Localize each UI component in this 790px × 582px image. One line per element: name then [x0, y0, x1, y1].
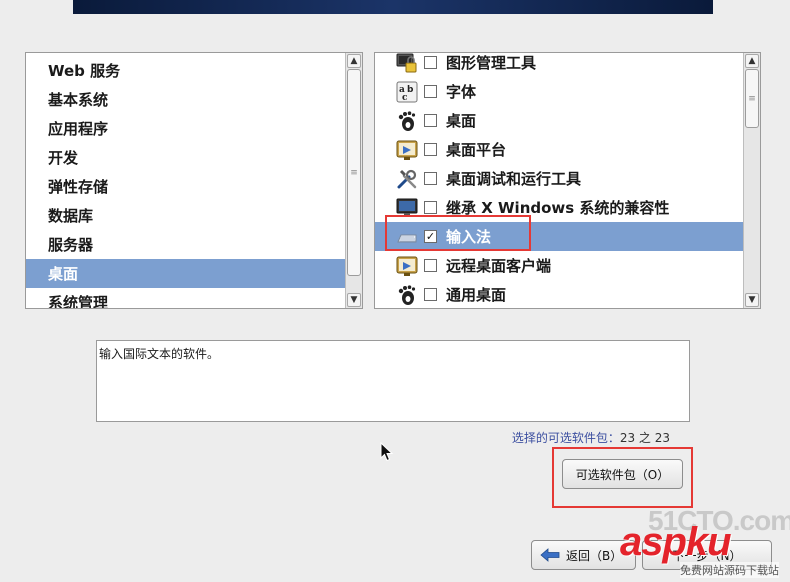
package-item[interactable]: 桌面调试和运行工具 — [375, 164, 744, 193]
scroll-thumb[interactable]: ≡ — [745, 69, 759, 128]
package-label: 通用桌面 — [446, 286, 507, 304]
package-label: 输入法 — [446, 228, 492, 246]
package-label: 桌面 — [446, 112, 477, 130]
tools-icon — [395, 168, 419, 190]
header-banner — [73, 0, 713, 14]
desktop-platform-icon — [395, 255, 419, 277]
category-scrollbar[interactable]: ▲ ≡ ▼ — [345, 53, 362, 308]
mouse-cursor-icon — [380, 442, 394, 462]
package-label: 桌面平台 — [446, 141, 507, 159]
monitor-icon — [395, 197, 419, 219]
category-label: Web 服务 — [48, 62, 121, 80]
category-item[interactable]: 开发 — [26, 143, 346, 172]
back-label: 返回（B） — [566, 548, 623, 563]
svg-text:c: c — [402, 93, 408, 103]
package-checkbox[interactable] — [424, 85, 437, 98]
category-label: 应用程序 — [48, 120, 109, 138]
category-item[interactable]: 基本系统 — [26, 85, 346, 114]
package-item[interactable]: 远程桌面客户端 — [375, 251, 744, 280]
category-list[interactable]: Web 服务 基本系统应用程序开发弹性存储数据库服务器桌面系统管理 ▲ ≡ ▼ — [25, 52, 363, 309]
category-item[interactable]: 数据库 — [26, 201, 346, 230]
description-text: 输入国际文本的软件。 — [99, 347, 220, 361]
package-label: 字体 — [446, 83, 477, 101]
category-item[interactable]: Web 服务 — [26, 56, 346, 85]
package-item[interactable]: a b c 字体 — [375, 77, 744, 106]
package-checkbox[interactable] — [424, 201, 437, 214]
category-label: 服务器 — [48, 236, 94, 254]
package-checkbox[interactable] — [424, 172, 437, 185]
package-checkbox[interactable] — [424, 114, 437, 127]
selected-count: 选择的可选软件包：23 之 23 — [440, 429, 670, 446]
package-list[interactable]: 图形管理工具 a b c 字体桌面桌面平台桌面调试和运行工具继承 X Windows 系… — [374, 52, 761, 309]
scroll-down-button[interactable]: ▼ — [745, 293, 759, 307]
category-label: 数据库 — [48, 207, 94, 225]
category-label: 系统管理 — [48, 294, 109, 309]
package-description: 输入国际文本的软件。 — [96, 340, 690, 422]
font-icon: abc — [395, 81, 419, 103]
package-item[interactable]: 桌面平台 — [375, 135, 744, 164]
gnome-foot-icon — [395, 110, 419, 132]
keyboard-icon — [395, 226, 419, 248]
package-checkbox[interactable] — [424, 143, 437, 156]
package-label: 继承 X Windows 系统的兼容性 — [446, 199, 670, 217]
category-label: 弹性存储 — [48, 178, 109, 196]
category-item[interactable]: 应用程序 — [26, 114, 346, 143]
category-label: 桌面 — [48, 265, 79, 283]
category-item[interactable]: 桌面 — [26, 259, 346, 288]
package-checkbox[interactable] — [424, 259, 437, 272]
category-label: 基本系统 — [48, 91, 109, 109]
gnome-foot-icon — [395, 284, 419, 306]
category-item[interactable]: 弹性存储 — [26, 172, 346, 201]
package-item[interactable]: 继承 X Windows 系统的兼容性 — [375, 193, 744, 222]
optional-packages-label: 可选软件包（O） — [575, 467, 670, 482]
package-item[interactable]: ✓ 输入法 — [375, 222, 744, 251]
category-item[interactable]: 服务器 — [26, 230, 346, 259]
scroll-thumb[interactable]: ≡ — [347, 69, 361, 276]
desktop-platform-icon — [395, 139, 419, 161]
package-checkbox[interactable] — [424, 56, 437, 69]
scroll-down-button[interactable]: ▼ — [347, 293, 361, 307]
count-value: 23 之 23 — [619, 431, 670, 445]
watermark-aspku: aspku — [620, 520, 732, 564]
watermark-tagline: 免费网站源码下载站 — [680, 562, 779, 578]
package-item[interactable]: 通用桌面 — [375, 280, 744, 308]
package-rows: 图形管理工具 a b c 字体桌面桌面平台桌面调试和运行工具继承 X Windows 系… — [375, 53, 744, 308]
category-rows: Web 服务 基本系统应用程序开发弹性存储数据库服务器桌面系统管理 — [26, 56, 346, 309]
package-checkbox[interactable]: ✓ — [424, 230, 437, 243]
lock-monitor-icon — [395, 53, 419, 74]
back-arrow-icon — [540, 548, 560, 562]
count-label: 选择的可选软件包： — [511, 431, 620, 445]
package-label: 远程桌面客户端 — [446, 257, 552, 275]
package-label: 图形管理工具 — [446, 54, 537, 72]
optional-packages-button[interactable]: 可选软件包（O） — [562, 459, 683, 489]
category-label: 开发 — [48, 149, 79, 167]
package-scrollbar[interactable]: ▲ ≡ ▼ — [743, 53, 760, 308]
scroll-up-button[interactable]: ▲ — [745, 54, 759, 68]
package-item[interactable]: 桌面 — [375, 106, 744, 135]
scroll-up-button[interactable]: ▲ — [347, 54, 361, 68]
svg-text:b: b — [407, 85, 414, 95]
package-item[interactable]: 图形管理工具 — [375, 53, 744, 77]
package-checkbox[interactable] — [424, 288, 437, 301]
package-label: 桌面调试和运行工具 — [446, 170, 582, 188]
category-item[interactable]: 系统管理 — [26, 288, 346, 309]
